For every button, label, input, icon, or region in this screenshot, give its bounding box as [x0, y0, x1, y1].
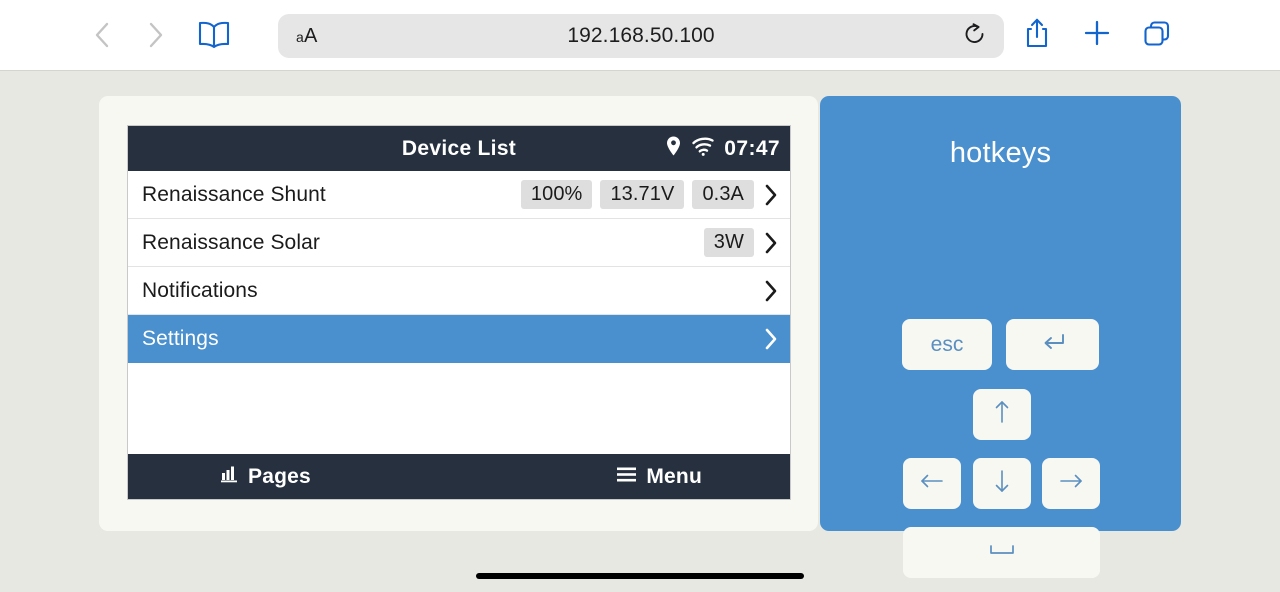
page-content: Device List 07:47 Renaissance Shunt 100%… — [0, 71, 1280, 592]
url-text[interactable]: 192.168.50.100 — [278, 24, 1004, 48]
toolbar-actions — [1020, 13, 1174, 57]
esc-label: esc — [930, 332, 964, 356]
home-indicator — [476, 573, 804, 579]
book-icon — [197, 20, 231, 50]
share-button[interactable] — [1020, 13, 1054, 57]
list-item[interactable]: Notifications — [128, 267, 790, 315]
hotkey-arrow-right[interactable] — [1042, 458, 1100, 509]
empty-list-area — [128, 363, 790, 454]
return-arrow-icon — [1039, 330, 1067, 359]
status-badge: 3W — [703, 228, 754, 257]
reload-button[interactable] — [960, 21, 990, 51]
browser-toolbar: a A 192.168.50.100 — [0, 0, 1280, 71]
chevron-left-icon — [94, 21, 110, 49]
clock: 07:47 — [724, 136, 780, 160]
device-header: Device List 07:47 — [128, 126, 790, 171]
menu-button[interactable]: Menu — [616, 465, 702, 489]
list-item-selected[interactable]: Settings — [128, 315, 790, 363]
status-badge: 0.3A — [692, 180, 754, 209]
new-tab-button[interactable] — [1080, 13, 1114, 57]
space-bar-icon — [987, 542, 1017, 563]
hotkey-arrow-left[interactable] — [903, 458, 961, 509]
tabs-button[interactable] — [1140, 13, 1174, 57]
plus-icon — [1083, 19, 1111, 52]
page-title: Device List — [401, 136, 517, 160]
hotkey-enter[interactable] — [1006, 319, 1099, 370]
location-pin-icon — [665, 135, 682, 162]
device-footer: Pages Menu — [128, 454, 790, 499]
arrow-down-icon — [991, 468, 1013, 499]
arrow-right-icon — [1058, 470, 1084, 497]
list-item-label: Renaissance Shunt — [142, 182, 326, 206]
hotkeys-title: hotkeys — [949, 137, 1052, 169]
badge-group: 100% 13.71V 0.3A — [520, 180, 754, 209]
text-size-large-a: A — [304, 24, 318, 47]
menu-label: Menu — [646, 464, 702, 488]
list-item[interactable]: Renaissance Solar 3W — [128, 219, 790, 267]
chevron-right-icon — [148, 21, 164, 49]
hotkeys-panel: hotkeys esc — [820, 96, 1181, 578]
chevron-right-icon — [763, 183, 779, 207]
wifi-icon — [691, 136, 715, 161]
device-list-panel: Device List 07:47 Renaissance Shunt 100%… — [127, 125, 791, 500]
list-item-label: Renaissance Solar — [142, 230, 320, 254]
list-item-label: Notifications — [142, 278, 258, 302]
bookmarks-button[interactable] — [192, 13, 236, 57]
text-size-small-a: a — [296, 28, 304, 45]
tabs-icon — [1142, 18, 1172, 53]
status-badge: 13.71V — [600, 180, 685, 209]
chevron-right-icon — [763, 231, 779, 255]
list-item-label: Settings — [142, 326, 219, 350]
chevron-right-icon — [763, 327, 779, 351]
status-area: 07:47 — [665, 135, 780, 162]
hotkey-arrow-up[interactable] — [973, 389, 1031, 440]
status-badge: 100% — [520, 180, 593, 209]
badge-group: 3W — [703, 228, 754, 257]
list-item[interactable]: Renaissance Shunt 100% 13.71V 0.3A — [128, 171, 790, 219]
arrow-up-icon — [991, 399, 1013, 430]
arrow-left-icon — [919, 470, 945, 497]
hotkey-space[interactable] — [903, 527, 1100, 578]
bar-chart-icon — [220, 464, 239, 489]
device-card: Device List 07:47 Renaissance Shunt 100%… — [99, 96, 818, 531]
text-size-button[interactable]: a A — [296, 25, 318, 48]
pages-label: Pages — [248, 464, 311, 488]
pages-button[interactable]: Pages — [220, 464, 311, 489]
hamburger-icon — [616, 465, 637, 489]
forward-button[interactable] — [134, 13, 178, 57]
share-icon — [1024, 17, 1050, 54]
device-rows: Renaissance Shunt 100% 13.71V 0.3A Renai… — [128, 171, 790, 454]
hotkey-arrow-down[interactable] — [973, 458, 1031, 509]
back-button[interactable] — [80, 13, 124, 57]
chevron-right-icon — [763, 279, 779, 303]
hotkey-esc[interactable]: esc — [902, 319, 992, 370]
address-bar[interactable]: a A 192.168.50.100 — [278, 14, 1004, 58]
reload-icon — [963, 22, 987, 51]
